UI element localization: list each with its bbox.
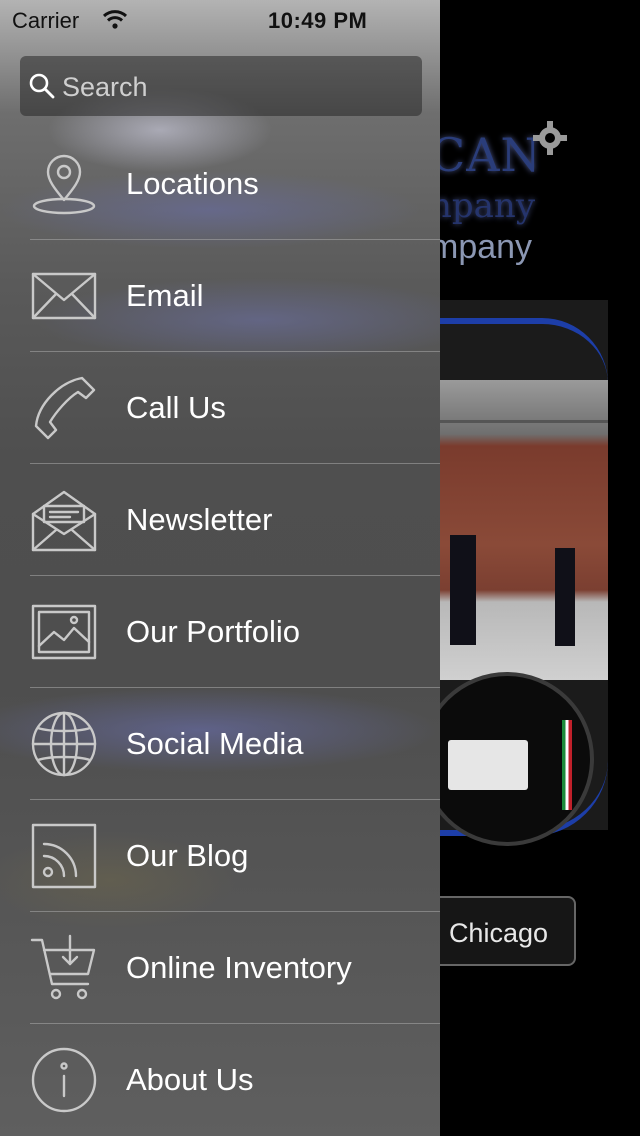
phone-icon [30,374,98,442]
menu-item-label: Call Us [126,390,226,425]
bg-company-badge [420,672,594,846]
side-drawer: Carrier 10:49 PM Locations [0,0,440,1136]
chicago-button[interactable]: Chicago [420,896,576,966]
search-input[interactable] [60,56,414,118]
menu-item-label: About Us [126,1062,254,1097]
info-icon [30,1046,98,1114]
menu-item-email[interactable]: Email [0,240,440,352]
menu-item-label: Online Inventory [126,950,352,985]
menu-item-label: Our Portfolio [126,614,301,649]
bg-building-photo [440,380,608,680]
search-icon [29,73,55,99]
menu-item-label: Newsletter [126,502,273,537]
menu-item-call-us[interactable]: Call Us [0,352,440,464]
menu-item-newsletter[interactable]: Newsletter [0,464,440,576]
menu-item-locations[interactable]: Locations [0,128,440,240]
gear-icon[interactable] [532,120,568,156]
menu-item-our-blog[interactable]: Our Blog [0,800,440,912]
bg-flag-stripe [562,720,572,810]
menu-item-label: Social Media [126,726,304,761]
menu-item-label: Email [126,278,204,313]
bg-logo-subtitle-2: mpany [430,228,533,266]
menu-item-about-us[interactable]: About Us [0,1024,440,1136]
location-pin-icon [30,150,98,218]
globe-icon [30,710,98,778]
bg-logo-text: CAN [430,128,542,182]
carrier-label: Carrier [12,8,80,33]
status-bar: Carrier 10:49 PM [0,0,440,40]
menu-item-our-portfolio[interactable]: Our Portfolio [0,576,440,688]
menu-item-label: Our Blog [126,838,249,873]
menu-item-label: Locations [126,166,259,201]
bg-badge-logo [448,740,528,790]
image-icon [30,598,98,666]
search-bar[interactable] [20,56,422,118]
bg-logo-subtitle: npany [430,186,536,226]
wifi-icon [102,10,128,29]
menu-item-online-inventory[interactable]: Online Inventory [0,912,440,1024]
rss-icon [30,822,98,890]
menu-item-social-media[interactable]: Social Media [0,688,440,800]
status-time: 10:49 PM [268,8,368,33]
envelope-icon [30,262,98,330]
menu-list: Locations Email Call Us Newsletter Our P… [0,128,440,1136]
cart-icon [30,934,98,1002]
open-envelope-icon [30,486,98,554]
